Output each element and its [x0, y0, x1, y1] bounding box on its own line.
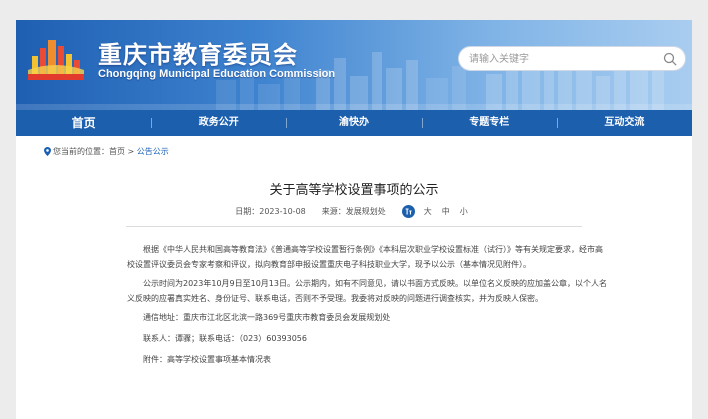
nav-item-yukuaiban[interactable]: 渝快办	[286, 110, 421, 136]
search-input[interactable]	[469, 50, 654, 68]
meta-divider	[126, 226, 582, 227]
article-body: 根据《中华人民共和国高等教育法》《普通高等学校设置暂行条例》《本科层次职业学校设…	[127, 242, 607, 373]
nav-item-interaction[interactable]: 互动交流	[556, 110, 692, 136]
article-title: 关于高等学校设置事项的公示	[269, 183, 439, 198]
header-banner: 重庆市教育委员会 Chongqing Municipal Education C…	[16, 20, 692, 110]
font-size-medium-option[interactable]: 中	[442, 206, 450, 217]
nav-item-home[interactable]: 首页	[16, 110, 151, 136]
article-paragraph: 根据《中华人民共和国高等教育法》《普通高等学校设置暂行条例》《本科层次职业学校设…	[127, 245, 603, 269]
article-meta: 日期： 2023-10-08 来源： 发展规划处 大 中 小	[16, 205, 692, 218]
breadcrumb: 您当前的位置： 首页 > 公告公示	[44, 146, 169, 157]
breadcrumb-separator: >	[125, 147, 137, 156]
main-nav: 首页 政务公开 渝快办 专题专栏 互动交流	[16, 110, 692, 136]
font-size-icon	[401, 205, 415, 218]
contact-info: 联系人：谭骤；联系电话：（023）60393056	[143, 334, 307, 343]
font-size-large-option[interactable]: 大	[424, 206, 432, 217]
emblem-logo	[28, 40, 84, 80]
page: 重庆市教育委员会 Chongqing Municipal Education C…	[16, 20, 692, 419]
article-date: 2023-10-08	[259, 207, 306, 216]
breadcrumb-current-link[interactable]: 公告公示	[137, 146, 169, 157]
mailing-address: 通信地址：重庆市江北区北滨一路369号重庆市教育委员会发展规划处	[143, 313, 391, 322]
nav-item-special-topics[interactable]: 专题专栏	[421, 110, 557, 136]
site-title: 重庆市教育委员会	[98, 41, 298, 69]
site-subtitle-en: Chongqing Municipal Education Commission	[98, 68, 336, 80]
attachment-link[interactable]: 附件：高等学校设置事项基本情况表	[127, 352, 607, 367]
location-pin-icon	[44, 147, 51, 156]
search-icon[interactable]	[663, 52, 677, 66]
search-box	[458, 46, 686, 71]
date-label: 日期：	[235, 207, 260, 216]
source-label: 来源：	[321, 207, 346, 216]
article-paragraph: 公示时间为2023年10月9日至10月13日。公示期内，如有不同意见，请以书面方…	[127, 279, 607, 303]
breadcrumb-home-link[interactable]: 首页	[109, 146, 125, 157]
article-source: 发展规划处	[345, 207, 386, 216]
nav-item-gov-affairs[interactable]: 政务公开	[151, 110, 286, 136]
breadcrumb-prefix: 您当前的位置：	[53, 147, 109, 156]
font-size-small-option[interactable]: 小	[460, 206, 468, 217]
